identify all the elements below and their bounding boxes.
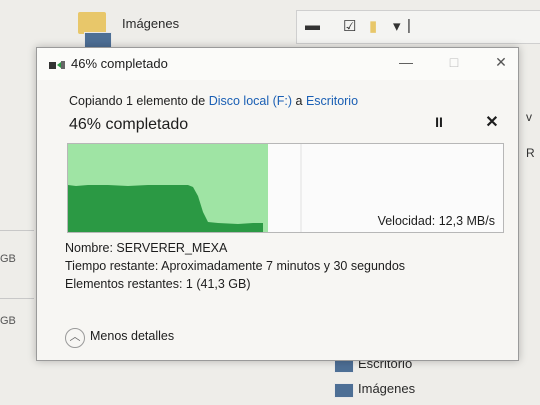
pause-button[interactable]: II: [431, 114, 447, 132]
folder-icon: [78, 12, 106, 34]
close-icon: ✕: [485, 114, 499, 131]
maximize-button[interactable]: □: [440, 51, 468, 73]
time-value: Aproximadamente 7 minutos y 30 segundos: [161, 259, 406, 273]
close-window-button[interactable]: ✕: [487, 51, 515, 73]
minimize-button[interactable]: —: [392, 51, 420, 73]
time-label: Tiempo restante:: [65, 259, 159, 273]
items-label: Elementos restantes:: [65, 277, 183, 291]
chevron-up-icon[interactable]: ︿: [65, 328, 85, 348]
folder-label-imagenes[interactable]: Imágenes: [358, 381, 415, 396]
name-label: Nombre:: [65, 241, 113, 255]
window-title: 46% completado: [71, 56, 168, 71]
pictures-folder-icon: [334, 383, 354, 398]
less-details-button[interactable]: Menos detalles: [90, 329, 174, 343]
copy-mid: a: [292, 94, 306, 108]
copy-icon: [49, 61, 65, 69]
right-partial-text: v: [526, 110, 532, 124]
pause-icon: II: [435, 114, 443, 130]
progress-graph: Velocidad: 12,3 MB/s: [67, 143, 504, 233]
left-size-label: GB: [0, 253, 16, 265]
new-folder-icon[interactable]: ▮: [369, 17, 377, 35]
separator-icon: |: [407, 17, 411, 34]
copy-prefix: Copiando 1 elemento de: [69, 94, 209, 108]
pictures-folder-icon: [84, 32, 112, 48]
folder-label-imagenes[interactable]: Imágenes: [122, 16, 179, 31]
items-value: 1 (41,3 GB): [185, 277, 251, 291]
name-value: SERVERER_MEXA: [116, 241, 228, 255]
time-remaining-row: Tiempo restante: Aproximadamente 7 minut…: [65, 259, 405, 273]
destination-link[interactable]: Escritorio: [306, 94, 358, 108]
explorer-toolbar: ▬ ☑ ▮ ▾ |: [296, 10, 540, 44]
right-partial-text: R: [526, 146, 535, 160]
titlebar: 46% completado — □ ✕: [37, 48, 518, 80]
left-size-label: GB: [0, 315, 16, 327]
copy-description: Copiando 1 elemento de Disco local (F:) …: [69, 94, 358, 108]
drive-icon[interactable]: ▬: [305, 17, 320, 34]
progress-status: 46% completado: [69, 116, 189, 133]
source-link[interactable]: Disco local (F:): [209, 94, 292, 108]
cancel-button[interactable]: ✕: [483, 112, 501, 132]
copy-progress-dialog: 46% completado — □ ✕ Copiando 1 elemento…: [36, 47, 519, 361]
items-remaining-row: Elementos restantes: 1 (41,3 GB): [65, 277, 251, 291]
left-divider: [0, 230, 34, 231]
dropdown-icon[interactable]: ▾: [393, 17, 401, 35]
checkbox-icon[interactable]: ☑: [343, 17, 356, 35]
left-divider: [0, 298, 34, 299]
name-row: Nombre: SERVERER_MEXA: [65, 241, 227, 255]
speed-label: Velocidad: 12,3 MB/s: [377, 214, 495, 228]
